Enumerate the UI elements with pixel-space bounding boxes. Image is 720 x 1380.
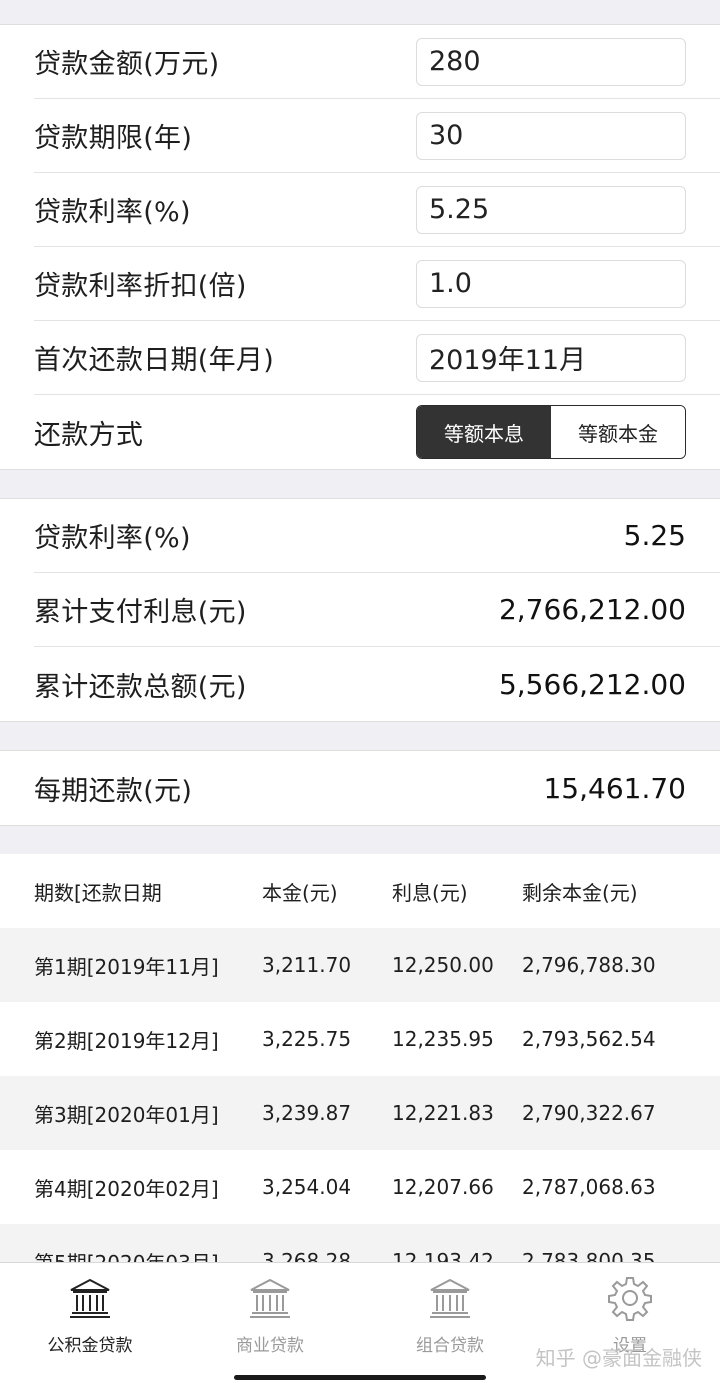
tab-combined-loan[interactable]: 组合贷款 xyxy=(360,1263,540,1380)
bank-building-icon xyxy=(250,1278,290,1318)
monthly-payment-label: 每期还款(元) xyxy=(34,775,193,807)
table-row: 第3期[2020年01月] 3,239.87 12,221.83 2,790,3… xyxy=(0,1076,720,1150)
header-period: 期数[还款日期 xyxy=(34,880,162,905)
table-row: 第1期[2019年11月] 3,211.70 12,250.00 2,796,7… xyxy=(0,928,720,1002)
cell-principal: 3,211.70 xyxy=(262,953,352,977)
table-row: 第4期[2020年02月] 3,254.04 12,207.66 2,787,0… xyxy=(0,1150,720,1224)
cell-interest: 12,250.00 xyxy=(392,953,494,977)
total-repayment-row: 累计还款总额(元) 5,566,212.00 xyxy=(34,647,720,721)
loan-rate-input[interactable]: 5.25 xyxy=(416,185,686,234)
first-payment-date-label: 首次还款日期(年月) xyxy=(34,345,275,376)
equal-principal-option[interactable]: 等额本金 xyxy=(551,406,685,458)
monthly-payment-value: 15,461.70 xyxy=(543,771,686,805)
cell-principal: 3,225.75 xyxy=(262,1027,352,1051)
home-indicator xyxy=(234,1375,486,1380)
cell-principal: 3,239.87 xyxy=(262,1101,352,1125)
summary-rate-value: 5.25 xyxy=(623,519,686,552)
cell-period: 第4期[2020年02月] xyxy=(34,1176,219,1201)
cell-interest: 12,221.83 xyxy=(392,1101,494,1125)
rate-discount-row: 贷款利率折扣(倍) 1.0 xyxy=(34,247,720,321)
equal-installment-option[interactable]: 等额本息 xyxy=(417,406,551,458)
cell-remaining: 2,793,562.54 xyxy=(522,1027,656,1051)
loan-rate-label: 贷款利率(%) xyxy=(34,197,191,228)
rate-discount-label: 贷款利率折扣(倍) xyxy=(34,271,247,302)
loan-term-row: 贷款期限(年) 30 xyxy=(34,99,720,173)
total-repayment-value: 5,566,212.00 xyxy=(498,667,686,701)
loan-amount-input[interactable]: 280 xyxy=(416,37,686,86)
summary-rate-label: 贷款利率(%) xyxy=(34,523,191,554)
loan-input-form: 贷款金额(万元) 280 贷款期限(年) 30 贷款利率(%) 5.25 贷款利… xyxy=(0,24,720,470)
section-gap xyxy=(0,470,720,498)
header-remaining: 剩余本金(元) xyxy=(522,880,638,905)
header-interest: 利息(元) xyxy=(392,880,468,905)
section-gap xyxy=(0,826,720,854)
cell-period: 第2期[2019年12月] xyxy=(34,1028,219,1053)
loan-term-label: 贷款期限(年) xyxy=(34,123,193,154)
repayment-method-row: 还款方式 等额本息 等额本金 xyxy=(34,395,720,469)
cell-remaining: 2,790,322.67 xyxy=(522,1101,656,1125)
monthly-payment-section: 每期还款(元) 15,461.70 xyxy=(0,750,720,826)
watermark-text: 知乎 @豪面金融侠 xyxy=(535,1346,702,1370)
header-principal: 本金(元) xyxy=(262,880,338,905)
repayment-method-segmented-control: 等额本息 等额本金 xyxy=(416,405,686,459)
bank-building-icon xyxy=(70,1278,110,1318)
section-gap xyxy=(0,722,720,750)
monthly-payment-row: 每期还款(元) 15,461.70 xyxy=(34,751,720,825)
bank-building-icon xyxy=(430,1278,470,1318)
loan-amount-row: 贷款金额(万元) 280 xyxy=(34,25,720,99)
total-interest-label: 累计支付利息(元) xyxy=(34,597,247,628)
cell-remaining: 2,787,068.63 xyxy=(522,1175,656,1199)
cell-interest: 12,235.95 xyxy=(392,1027,494,1051)
cell-period: 第1期[2019年11月] xyxy=(34,954,219,979)
cell-remaining: 2,796,788.30 xyxy=(522,953,656,977)
tab-commercial-loan[interactable]: 商业贷款 xyxy=(180,1263,360,1380)
total-interest-row: 累计支付利息(元) 2,766,212.00 xyxy=(34,573,720,647)
tab-housing-fund-loan[interactable]: 公积金贷款 xyxy=(0,1263,180,1380)
rate-discount-input[interactable]: 1.0 xyxy=(416,259,686,308)
total-repayment-label: 累计还款总额(元) xyxy=(34,671,247,703)
gear-icon xyxy=(608,1277,652,1321)
loan-term-input[interactable]: 30 xyxy=(416,111,686,160)
table-row: 第2期[2019年12月] 3,225.75 12,235.95 2,793,5… xyxy=(0,1002,720,1076)
top-strip xyxy=(0,0,720,24)
cell-principal: 3,254.04 xyxy=(262,1175,352,1199)
table-header: 期数[还款日期 本金(元) 利息(元) 剩余本金(元) xyxy=(0,854,720,928)
loan-amount-label: 贷款金额(万元) xyxy=(34,49,220,80)
summary-section: 贷款利率(%) 5.25 累计支付利息(元) 2,766,212.00 累计还款… xyxy=(0,498,720,722)
first-payment-date-row: 首次还款日期(年月) 2019年11月 xyxy=(34,321,720,395)
summary-rate-row: 贷款利率(%) 5.25 xyxy=(34,499,720,573)
total-interest-value: 2,766,212.00 xyxy=(498,593,686,626)
tab-label: 组合贷款 xyxy=(416,1336,484,1356)
cell-period: 第3期[2020年01月] xyxy=(34,1102,219,1127)
cell-interest: 12,207.66 xyxy=(392,1175,494,1199)
loan-rate-row: 贷款利率(%) 5.25 xyxy=(34,173,720,247)
repayment-schedule-table: 期数[还款日期 本金(元) 利息(元) 剩余本金(元) 第1期[2019年11月… xyxy=(0,854,720,1298)
repayment-method-label: 还款方式 xyxy=(34,419,144,451)
tab-label: 商业贷款 xyxy=(236,1336,304,1356)
tab-label: 公积金贷款 xyxy=(47,1336,133,1356)
first-payment-date-input[interactable]: 2019年11月 xyxy=(416,333,686,382)
